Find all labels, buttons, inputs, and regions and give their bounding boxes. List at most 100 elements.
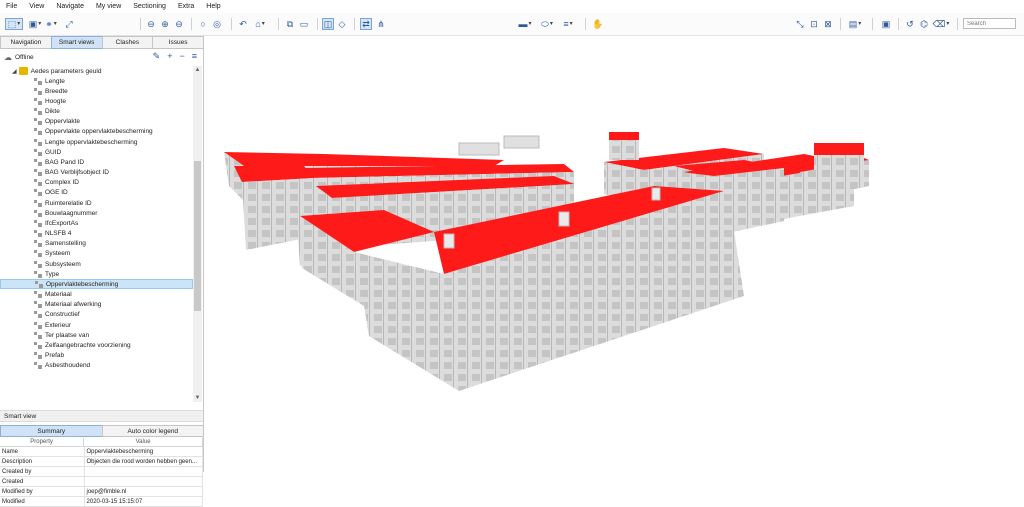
cube-icon[interactable]: ◇ bbox=[336, 18, 348, 30]
zoom-extent-icon[interactable]: ⊖ bbox=[145, 18, 157, 30]
link-icon[interactable]: ⚭ bbox=[44, 18, 58, 30]
home-view-icon[interactable]: ⌂ bbox=[251, 18, 269, 30]
zoom-in-icon[interactable]: ⊕ bbox=[159, 18, 171, 30]
fly-icon[interactable]: ◎ bbox=[211, 18, 223, 30]
tree-item[interactable]: Materiaal afwerking bbox=[0, 300, 193, 310]
building-model bbox=[224, 132, 869, 391]
menu-icon[interactable]: ≡ bbox=[192, 51, 197, 62]
menu-extra[interactable]: Extra bbox=[172, 3, 200, 10]
tree-group[interactable]: ◢ Aedes parameters geuld bbox=[0, 66, 193, 76]
tree-icon[interactable]: ⋔ bbox=[375, 18, 387, 30]
box-select-icon[interactable]: ⧉ bbox=[284, 18, 296, 30]
tab-auto-color-legend[interactable]: Auto color legend bbox=[101, 425, 204, 437]
tab-summary[interactable]: Summary bbox=[0, 425, 103, 437]
sync-icon[interactable]: ⇄ bbox=[360, 18, 372, 30]
tree-item[interactable]: Lengte bbox=[0, 76, 193, 86]
tree-item[interactable]: Samenstelling bbox=[0, 239, 193, 249]
smart-view-tree: ◢ Aedes parameters geuld Lengte Breedte Ho… bbox=[0, 66, 193, 402]
tree-item[interactable]: NLSFB 4 bbox=[0, 229, 193, 239]
smart-view-icon bbox=[34, 270, 42, 278]
scroll-up-icon[interactable]: ▲ bbox=[193, 66, 202, 74]
save-view-icon[interactable]: ▣ bbox=[28, 18, 42, 30]
tree-item[interactable]: Type bbox=[0, 269, 193, 279]
undo-view-icon[interactable]: ↶ bbox=[237, 18, 249, 30]
window-icon[interactable]: ▭ bbox=[298, 18, 310, 30]
search-input[interactable] bbox=[963, 18, 1016, 29]
tab-clashes[interactable]: Clashes bbox=[101, 36, 154, 49]
line-style-icon[interactable]: ▬ bbox=[515, 18, 535, 30]
tree-item[interactable]: GUID bbox=[0, 147, 193, 157]
tree-item[interactable]: Subsysteem bbox=[0, 259, 193, 269]
orbit-icon[interactable]: ○ bbox=[197, 18, 209, 30]
tree-item[interactable]: Oppervlakte bbox=[0, 117, 193, 127]
tree-item[interactable]: Hoogte bbox=[0, 96, 193, 106]
tree-scrollbar[interactable]: ▲ ▼ bbox=[193, 66, 202, 402]
menu-view[interactable]: View bbox=[23, 3, 50, 10]
scroll-thumb[interactable] bbox=[194, 161, 201, 311]
menu-my-view[interactable]: My view bbox=[90, 3, 127, 10]
smart-view-icon bbox=[34, 230, 42, 238]
shape-icon[interactable]: ⬭ bbox=[538, 18, 556, 30]
tree-item[interactable]: Exterieur bbox=[0, 320, 193, 330]
zoom-window-icon[interactable]: ⊡ bbox=[808, 18, 820, 30]
line-weight-icon[interactable]: ≡ bbox=[559, 18, 577, 30]
tree-item[interactable]: OGE ID bbox=[0, 188, 193, 198]
tree-item[interactable]: Ruimterelatie ID bbox=[0, 198, 193, 208]
tree-item[interactable]: Complex ID bbox=[0, 178, 193, 188]
fit-icon[interactable]: ⤡ bbox=[794, 18, 806, 30]
tab-smart-views[interactable]: Smart views bbox=[50, 36, 103, 49]
edit-icon[interactable]: ✎ bbox=[153, 51, 161, 62]
smart-view-icon bbox=[34, 87, 42, 95]
smart-view-icon bbox=[34, 158, 42, 166]
tree-item-label: Type bbox=[45, 270, 60, 278]
tree-item[interactable]: Prefab bbox=[0, 351, 193, 361]
focus-icon[interactable]: ⊠ bbox=[822, 18, 834, 30]
tree-item[interactable]: Bouwlaagnummer bbox=[0, 208, 193, 218]
tree-item[interactable]: Breedte bbox=[0, 86, 193, 96]
hand-pan-icon[interactable]: ✋ bbox=[592, 18, 604, 30]
tree-item[interactable]: Lengte oppervlaktebescherming bbox=[0, 137, 193, 147]
tag-icon[interactable]: ⌬ bbox=[918, 18, 930, 30]
eraser-icon[interactable]: ⌫ bbox=[932, 18, 950, 30]
menu-file[interactable]: File bbox=[0, 3, 23, 10]
value-header: Value bbox=[84, 438, 203, 446]
tree-item-label: Exterieur bbox=[45, 321, 72, 329]
rotate-icon[interactable]: ↺ bbox=[904, 18, 916, 30]
value-cell: joep@fimble.nl bbox=[85, 487, 203, 496]
menu-sectioning[interactable]: Sectioning bbox=[127, 3, 172, 10]
tree-item[interactable]: Zelfaangebrachte voorziening bbox=[0, 340, 193, 350]
property-cell: Modified bbox=[0, 497, 85, 506]
smart-view-icon bbox=[34, 301, 42, 309]
clipboard-icon[interactable]: ▤ bbox=[846, 18, 864, 30]
zoom-out-icon[interactable]: ⊖ bbox=[173, 18, 185, 30]
menu-navigate[interactable]: Navigate bbox=[50, 3, 90, 10]
tree-item[interactable]: BAG Pand ID bbox=[0, 157, 193, 167]
tree-item[interactable]: Systeem bbox=[0, 249, 193, 259]
tree-item[interactable]: BAG Verblijfsobject ID bbox=[0, 168, 193, 178]
tree-item[interactable]: Materiaal bbox=[0, 290, 193, 300]
select-tool-icon[interactable]: ⬚ bbox=[5, 18, 23, 30]
tab-issues[interactable]: Issues bbox=[152, 36, 204, 49]
measure-icon[interactable]: ⤢ bbox=[63, 18, 75, 30]
smart-view-icon bbox=[34, 108, 42, 115]
scroll-down-icon[interactable]: ▼ bbox=[193, 394, 202, 402]
split-view-icon[interactable]: ◫ bbox=[322, 18, 334, 30]
add-icon[interactable]: + bbox=[167, 51, 172, 62]
menu-help[interactable]: Help bbox=[200, 3, 226, 10]
tree-item[interactable]: Ter plaatse van bbox=[0, 330, 193, 340]
tree-item[interactable]: IfcExportAs bbox=[0, 218, 193, 228]
smart-view-icon bbox=[34, 148, 42, 156]
status-label: Offline bbox=[15, 53, 34, 61]
tree-item[interactable]: Dikte bbox=[0, 107, 193, 117]
3d-viewport[interactable] bbox=[204, 36, 1024, 472]
tree-item[interactable]: Asbesthoudend bbox=[0, 361, 193, 371]
tab-navigation[interactable]: Navigation bbox=[0, 36, 52, 49]
remove-icon[interactable]: − bbox=[179, 51, 184, 62]
collapse-icon[interactable]: ◢ bbox=[12, 68, 17, 75]
tree-item[interactable]: Oppervlaktebescherming bbox=[0, 279, 193, 290]
tree-item[interactable]: Oppervlakte oppervlaktebescherming bbox=[0, 127, 193, 137]
table-row: Description Objecten die rood worden hebb… bbox=[0, 457, 203, 467]
value-cell: 2020-03-15 15:15:07 bbox=[85, 497, 203, 506]
floppy-icon[interactable]: ▣ bbox=[880, 18, 892, 30]
tree-item[interactable]: Constructief bbox=[0, 310, 193, 320]
